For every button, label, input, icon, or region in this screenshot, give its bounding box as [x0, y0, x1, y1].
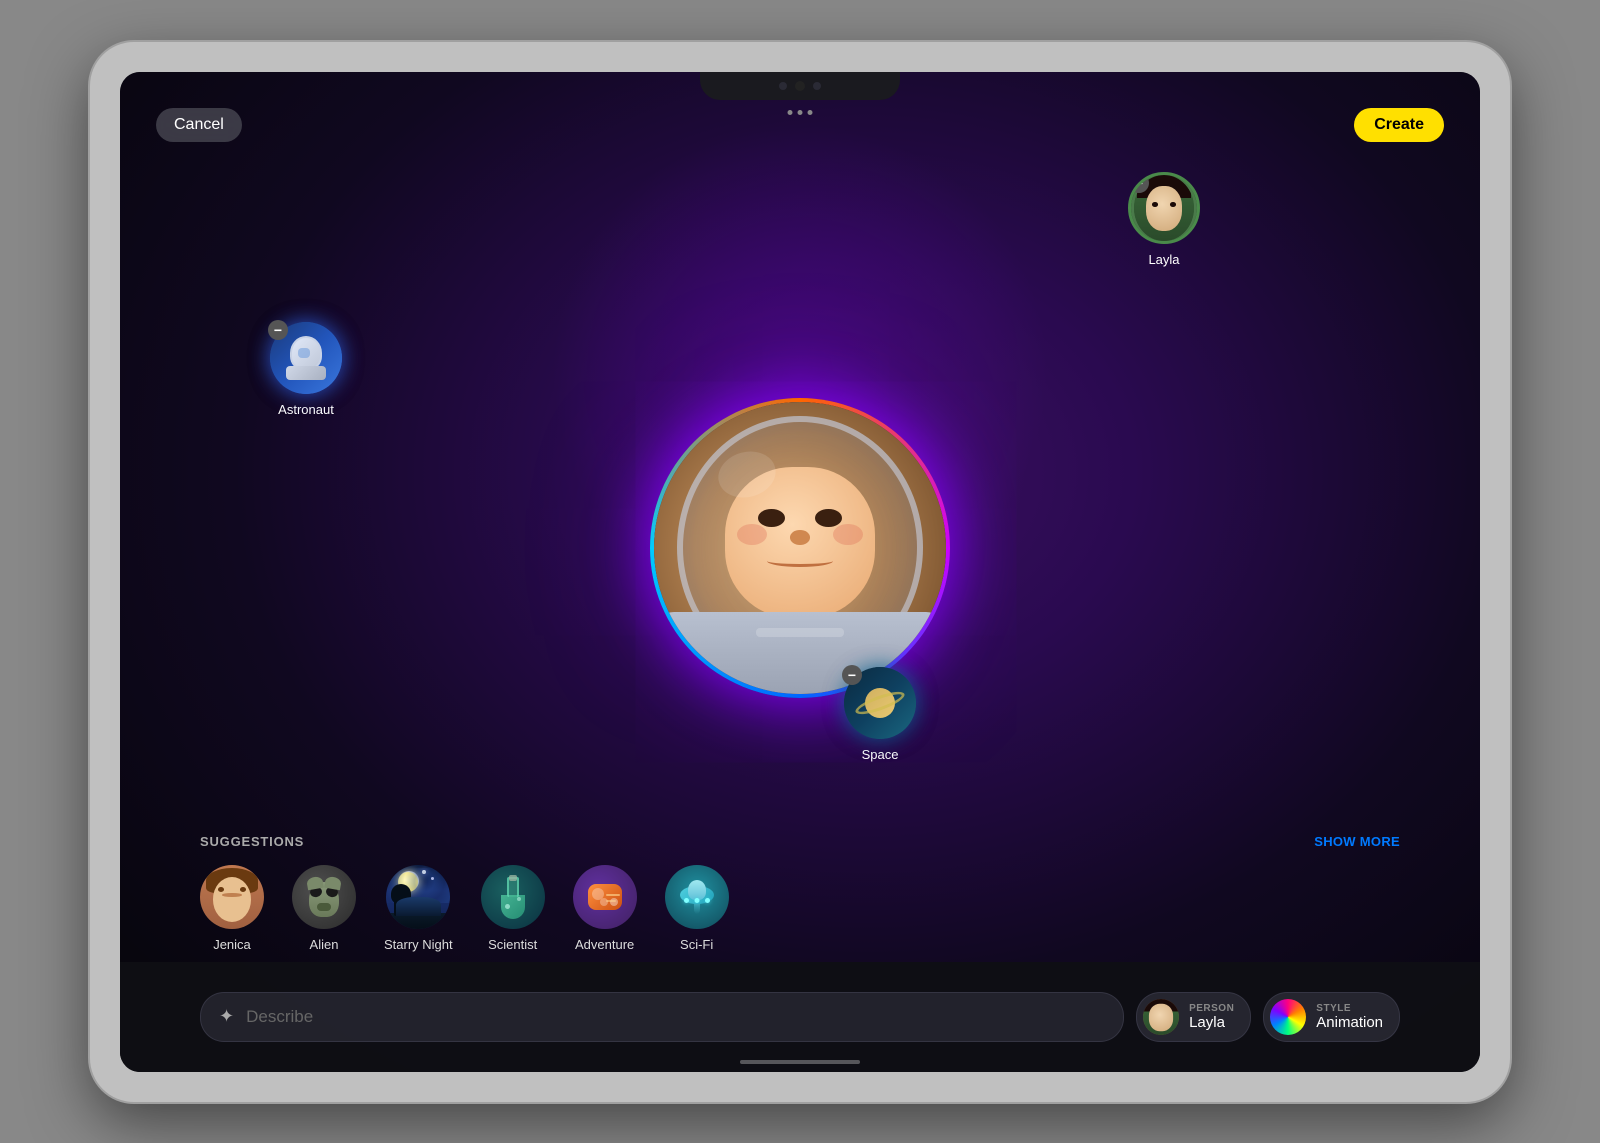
astronaut-orbital-item[interactable]: − Astronaut [270, 322, 342, 417]
show-more-button[interactable]: SHOW MORE [1314, 834, 1400, 849]
sci-fi-label: Sci-Fi [680, 937, 713, 952]
home-indicator [740, 1060, 860, 1064]
astronaut-label: Astronaut [278, 402, 334, 417]
jenica-label: Jenica [213, 937, 251, 952]
space-orbital-item[interactable]: − Space [844, 667, 916, 762]
jenica-icon [200, 865, 264, 929]
suggestion-adventure[interactable]: Adventure [573, 865, 637, 952]
remove-layla-badge[interactable]: − [1129, 173, 1149, 193]
adventure-label: Adventure [575, 937, 634, 952]
remove-space-badge[interactable]: − [842, 665, 862, 685]
person-chip-value: Layla [1189, 1014, 1234, 1031]
person-chip-label: PERSON [1189, 1003, 1234, 1014]
space-label: Space [862, 747, 899, 762]
layla-label: Layla [1148, 252, 1179, 267]
style-chip-value: Animation [1316, 1014, 1383, 1031]
alien-label: Alien [310, 937, 339, 952]
tablet-screen: Cancel Create [120, 72, 1480, 1072]
style-chip-text: STYLE Animation [1316, 1003, 1383, 1031]
person-chip-text: PERSON Layla [1189, 1003, 1234, 1031]
tablet-device: Cancel Create [90, 42, 1510, 1102]
bottom-input-bar: ✦ Describe PERSON Layla STYLE [120, 962, 1480, 1072]
more-options-menu[interactable] [788, 110, 813, 115]
dot-3 [808, 110, 813, 115]
style-chip[interactable]: STYLE Animation [1263, 992, 1400, 1042]
suggestions-row: Jenica [200, 865, 1400, 952]
scientist-icon [481, 865, 545, 929]
scientist-label: Scientist [488, 937, 537, 952]
camera-bar [700, 72, 900, 100]
alien-icon [292, 865, 356, 929]
suggestions-panel: SUGGESTIONS SHOW MORE Jeni [120, 834, 1480, 952]
remove-astronaut-badge[interactable]: − [268, 320, 288, 340]
suggestion-scientist[interactable]: Scientist [481, 865, 545, 952]
create-button[interactable]: Create [1354, 108, 1444, 142]
person-chip[interactable]: PERSON Layla [1136, 992, 1251, 1042]
sci-fi-icon [665, 865, 729, 929]
suggestion-starry-night[interactable]: Starry Night [384, 865, 453, 952]
camera-lens [795, 81, 805, 91]
style-orb-icon [1270, 999, 1306, 1035]
person-avatar [1143, 999, 1179, 1035]
style-chip-label: STYLE [1316, 1003, 1383, 1014]
layla-orbital-item[interactable]: − Layla [1128, 172, 1200, 267]
cancel-button[interactable]: Cancel [156, 108, 242, 142]
starry-night-label: Starry Night [384, 937, 453, 952]
suggestion-alien[interactable]: Alien [292, 865, 356, 952]
adventure-icon [573, 865, 637, 929]
camera-sensor-2 [813, 82, 821, 90]
dot-1 [788, 110, 793, 115]
character-preview-ring [650, 398, 950, 698]
describe-placeholder: Describe [246, 1007, 313, 1027]
suggestion-sci-fi[interactable]: Sci-Fi [665, 865, 729, 952]
starry-night-icon [386, 865, 450, 929]
suggestions-header: SUGGESTIONS SHOW MORE [200, 834, 1400, 849]
sparkle-icon: ✦ [219, 1006, 234, 1027]
space-icon: − [844, 667, 916, 739]
camera-sensor [779, 82, 787, 90]
suggestion-jenica[interactable]: Jenica [200, 865, 264, 952]
suggestions-title: SUGGESTIONS [200, 834, 304, 849]
describe-input-field[interactable]: ✦ Describe [200, 992, 1124, 1042]
dot-2 [798, 110, 803, 115]
layla-icon: − [1128, 172, 1200, 244]
astronaut-icon: − [270, 322, 342, 394]
